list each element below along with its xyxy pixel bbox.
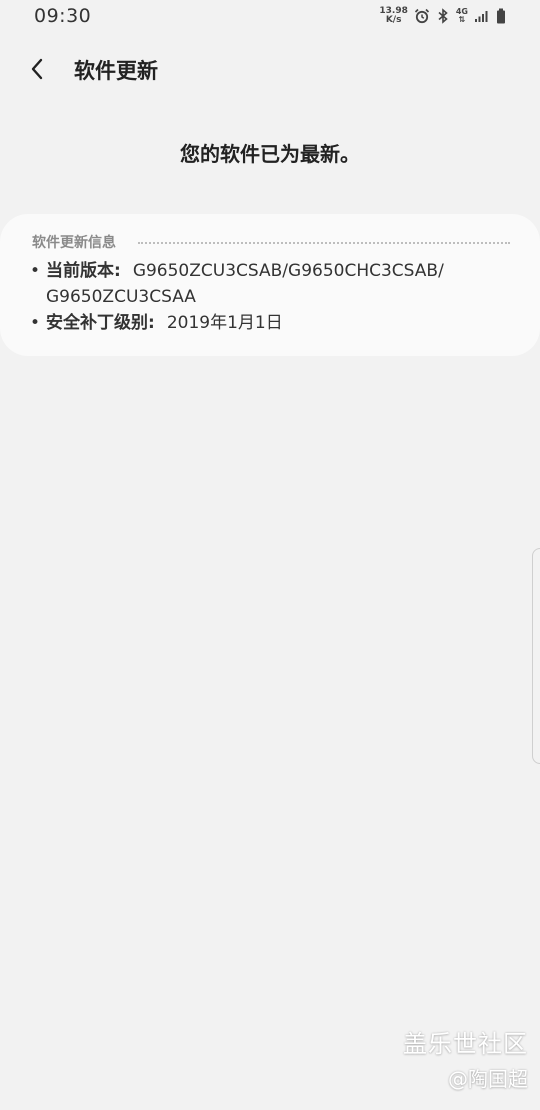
security-patch-label: 安全补丁级别: (46, 313, 155, 333)
app-header: 软件更新 (0, 48, 540, 92)
info-list: • 当前版本: G9650ZCU3CSAB/G9650CHC3CSAB/ G965… (30, 258, 510, 336)
current-version-label: 当前版本: (46, 261, 121, 281)
list-item-current-version: • 当前版本: G9650ZCU3CSAB/G9650CHC3CSAB/ G965… (30, 258, 510, 310)
watermark-author: @陶国超 (448, 1067, 528, 1091)
status-icons: 13.98 K/s 4G ⇅ (379, 5, 506, 27)
software-info-card: 软件更新信息 • 当前版本: G9650ZCU3CSAB/G9650CHC3CSA… (0, 214, 540, 356)
network-type: 4G ⇅ (456, 8, 468, 24)
status-time: 09:30 (34, 5, 92, 27)
page-title: 软件更新 (74, 59, 158, 83)
update-status-message: 您的软件已为最新。 (180, 142, 360, 166)
card-title: 软件更新信息 (32, 235, 116, 251)
watermark: 盖乐世社区 @陶国超 (403, 1024, 528, 1092)
network-speed-unit: K/s (385, 15, 402, 25)
bullet: • (30, 313, 41, 333)
network-speed: 13.98 K/s (379, 7, 407, 25)
card-header: 软件更新信息 (32, 232, 510, 252)
status-bar: 09:30 13.98 K/s 4G ⇅ (0, 0, 540, 32)
list-item-security-patch: • 安全补丁级别: 2019年1月1日 (30, 310, 510, 336)
data-arrows-icon: ⇅ (458, 15, 466, 24)
chevron-left-icon (31, 58, 43, 80)
back-button[interactable] (22, 54, 52, 84)
bullet: • (30, 261, 41, 281)
bluetooth-icon (436, 8, 450, 24)
signal-icon (474, 9, 490, 23)
alarm-icon (414, 8, 430, 24)
watermark-community: 盖乐世社区 (403, 1030, 528, 1058)
battery-icon (496, 8, 506, 24)
current-version-value-line1: G9650ZCU3CSAB/G9650CHC3CSAB/ (132, 261, 444, 281)
dotted-divider (138, 242, 510, 244)
edge-panel-handle[interactable] (532, 548, 540, 764)
current-version-value-line2: G9650ZCU3CSAA (46, 287, 196, 307)
security-patch-value: 2019年1月1日 (166, 313, 283, 333)
